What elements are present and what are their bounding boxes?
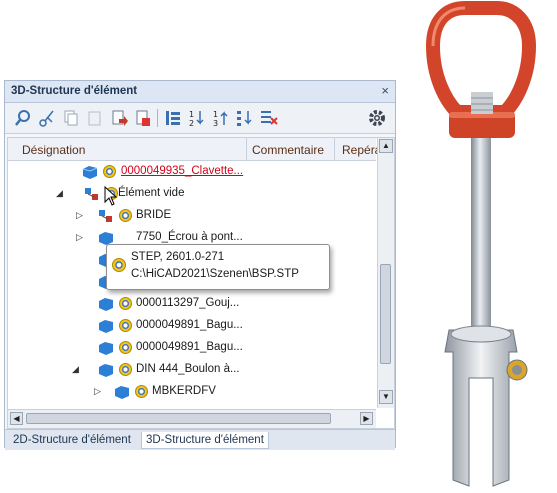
collapse-icon[interactable]: ◢	[56, 188, 63, 199]
sort-desc-icon[interactable]: 12	[187, 108, 207, 128]
clear-filter-icon[interactable]	[259, 108, 279, 128]
tree-row-label: 0000049891_Bagu...	[136, 341, 243, 353]
mouse-cursor	[104, 186, 118, 206]
panel-tabs: 2D-Structure d'élément 3D-Structure d'él…	[5, 429, 395, 450]
scroll-down-icon[interactable]: ▼	[379, 390, 393, 404]
expand-icon[interactable]: ▷	[76, 232, 83, 243]
sort-asc-icon[interactable]	[163, 108, 183, 128]
expand-icon[interactable]: ▷	[94, 386, 101, 397]
link-icon	[112, 258, 126, 272]
svg-text:1: 1	[189, 110, 194, 119]
column-divider[interactable]	[246, 138, 247, 160]
tree-row-label: DIN 444_Boulon à...	[136, 363, 240, 375]
link-icon	[119, 209, 132, 222]
tree-row[interactable]: ▷ BRIDE	[8, 205, 376, 227]
copy-icon[interactable]	[61, 108, 81, 128]
part-icon	[99, 342, 113, 355]
link-icon	[119, 319, 132, 332]
column-repere[interactable]: Repéra	[342, 143, 381, 157]
sort-down-icon[interactable]	[235, 108, 255, 128]
collapse-icon[interactable]: ◢	[72, 364, 79, 375]
scroll-thumb[interactable]	[26, 413, 331, 424]
toolbar-separator	[157, 109, 158, 127]
toolbar: 12 13	[5, 103, 395, 134]
tree-row-label: 7750_Écrou à pont...	[136, 231, 243, 243]
link-icon	[119, 341, 132, 354]
gear-icon[interactable]	[367, 108, 387, 128]
horizontal-scrollbar[interactable]: ◀ ▶	[8, 409, 376, 428]
delete-icon[interactable]	[133, 108, 153, 128]
vertical-scrollbar[interactable]: ▲ ▼	[377, 138, 394, 408]
tree-row[interactable]: 0000049935_Clavette...	[8, 161, 376, 183]
tree-row[interactable]: ◢ DIN 444_Boulon à...	[8, 359, 376, 381]
column-header: Désignation Commentaire Repéra	[8, 138, 381, 161]
part-icon	[82, 166, 98, 179]
tree-row-label: Élément vide	[118, 187, 185, 199]
export-icon[interactable]	[109, 108, 129, 128]
svg-text:1: 1	[213, 110, 218, 119]
assembly-icon	[99, 210, 112, 222]
svg-text:2: 2	[189, 119, 194, 128]
link-icon	[119, 297, 132, 310]
search-icon[interactable]	[13, 108, 33, 128]
scroll-right-icon[interactable]: ▶	[360, 412, 373, 425]
model-illustration	[425, 0, 537, 487]
close-icon[interactable]: ×	[381, 83, 389, 98]
part-icon	[99, 320, 113, 333]
sort-up-icon[interactable]: 13	[211, 108, 231, 128]
panel-title: 3D-Structure d'élément	[11, 85, 138, 97]
link-icon	[119, 363, 132, 376]
tree-row[interactable]: 0000113297_Gouj...	[8, 293, 376, 315]
tree-row-label: 0000049935_Clavette...	[121, 165, 244, 177]
part-icon	[99, 232, 113, 245]
scroll-thumb[interactable]	[380, 264, 391, 364]
part-icon	[99, 298, 113, 311]
link-icon	[135, 385, 148, 398]
panel-titlebar: 3D-Structure d'élément ×	[5, 81, 395, 103]
expand-icon[interactable]: ▷	[76, 210, 83, 221]
tooltip-format: STEP, 2601.0-271	[131, 251, 225, 263]
scissors-icon[interactable]	[37, 108, 57, 128]
tab-3d-structure[interactable]: 3D-Structure d'élément	[141, 432, 269, 449]
tree-row[interactable]: 0000049891_Bagu...	[8, 315, 376, 337]
tree-row-label: 0000113297_Gouj...	[136, 297, 240, 309]
tooltip-path: C:\HiCAD2021\Szenen\BSP.STP	[131, 268, 299, 280]
tab-2d-structure[interactable]: 2D-Structure d'élément	[9, 432, 135, 448]
scroll-left-icon[interactable]: ◀	[10, 412, 23, 425]
paste-icon[interactable]	[85, 108, 105, 128]
svg-text:3: 3	[213, 119, 218, 128]
link-icon	[103, 165, 116, 178]
tree-row-label: BRIDE	[136, 209, 172, 221]
column-designation[interactable]: Désignation	[22, 143, 85, 157]
column-divider[interactable]	[334, 138, 335, 160]
part-icon	[99, 364, 113, 377]
assembly-icon	[85, 188, 98, 200]
tree-row[interactable]: 0000049891_Bagu...	[8, 337, 376, 359]
tree-row[interactable]: ▷ MBKERDFV	[8, 381, 376, 403]
part-icon	[115, 386, 129, 399]
tree-row[interactable]: ◢ Élément vide	[8, 183, 376, 205]
tree-row-label: 0000049891_Bagu...	[136, 319, 243, 331]
scroll-up-icon[interactable]: ▲	[379, 139, 393, 153]
tree-row-label: MBKERDFV	[152, 385, 216, 397]
column-comment[interactable]: Commentaire	[252, 143, 324, 157]
path-tooltip: STEP, 2601.0-271 C:\HiCAD2021\Szenen\BSP…	[106, 244, 330, 290]
